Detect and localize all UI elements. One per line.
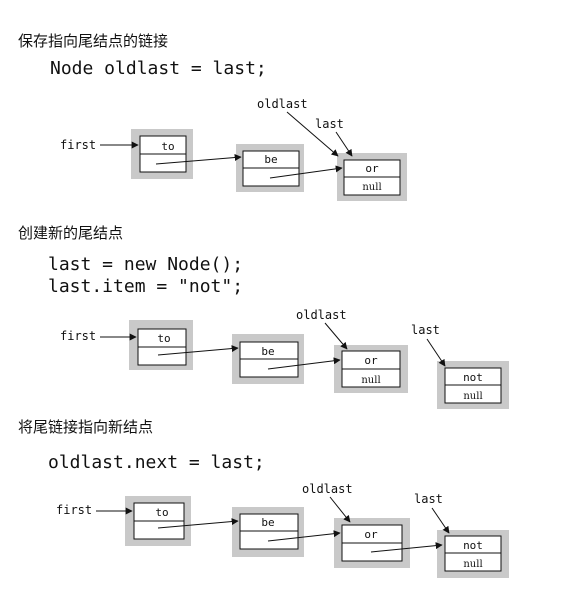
linked-list-diagram-page: 保存指向尾结点的链接 Node oldlast = last; 创建新的尾结点 … xyxy=(0,0,568,596)
node-item-label: be xyxy=(264,153,277,166)
oldlast-pointer-label: oldlast xyxy=(296,308,347,322)
node-item-label: or xyxy=(365,162,379,175)
node-to: to xyxy=(131,129,193,179)
node-to: to xyxy=(125,496,191,546)
node-not: not null xyxy=(437,530,509,578)
node-item-label: be xyxy=(261,345,274,358)
node-next-null-label: null xyxy=(362,182,381,193)
last-arrow xyxy=(335,131,353,157)
node-item-label: or xyxy=(364,528,378,541)
node-item-label: not xyxy=(463,539,483,552)
node-or: or null xyxy=(334,345,408,393)
node-item-label: or xyxy=(364,354,378,367)
node-or: or xyxy=(334,518,410,568)
node-item-label: be xyxy=(261,516,274,529)
node-next-null-label: null xyxy=(463,559,482,570)
oldlast-pointer-label: oldlast xyxy=(302,482,353,496)
node-item-label: not xyxy=(463,371,483,384)
diagram-step1: to be or null first oldlast last xyxy=(60,97,407,201)
node-not: not null xyxy=(437,361,509,409)
oldlast-pointer-label: oldlast xyxy=(257,97,308,111)
diagram-step2: to be or null not null first oldlast las… xyxy=(60,308,509,409)
last-pointer-label: last xyxy=(414,492,443,506)
node-be: be xyxy=(232,507,304,557)
node-be: be xyxy=(236,144,304,192)
node-next-null-label: null xyxy=(361,375,380,386)
node-item-label: to xyxy=(161,140,174,153)
node-item-label: to xyxy=(157,332,170,345)
first-pointer-label: first xyxy=(60,138,96,152)
node-item-label: to xyxy=(155,506,168,519)
first-pointer-label: first xyxy=(56,503,92,517)
last-pointer-label: last xyxy=(411,323,440,337)
node-next-null-label: null xyxy=(463,391,482,402)
linked-list-diagrams: to be or null first oldlast last to be o… xyxy=(56,97,509,578)
last-pointer-label: last xyxy=(315,117,344,131)
last-arrow xyxy=(431,507,450,534)
node-be: be xyxy=(232,334,304,384)
node-to: to xyxy=(129,320,193,370)
node-or: or null xyxy=(337,153,407,201)
first-pointer-label: first xyxy=(60,329,96,343)
diagram-step3: to be or not null first oldlast last xyxy=(56,482,509,578)
last-arrow xyxy=(426,338,446,367)
